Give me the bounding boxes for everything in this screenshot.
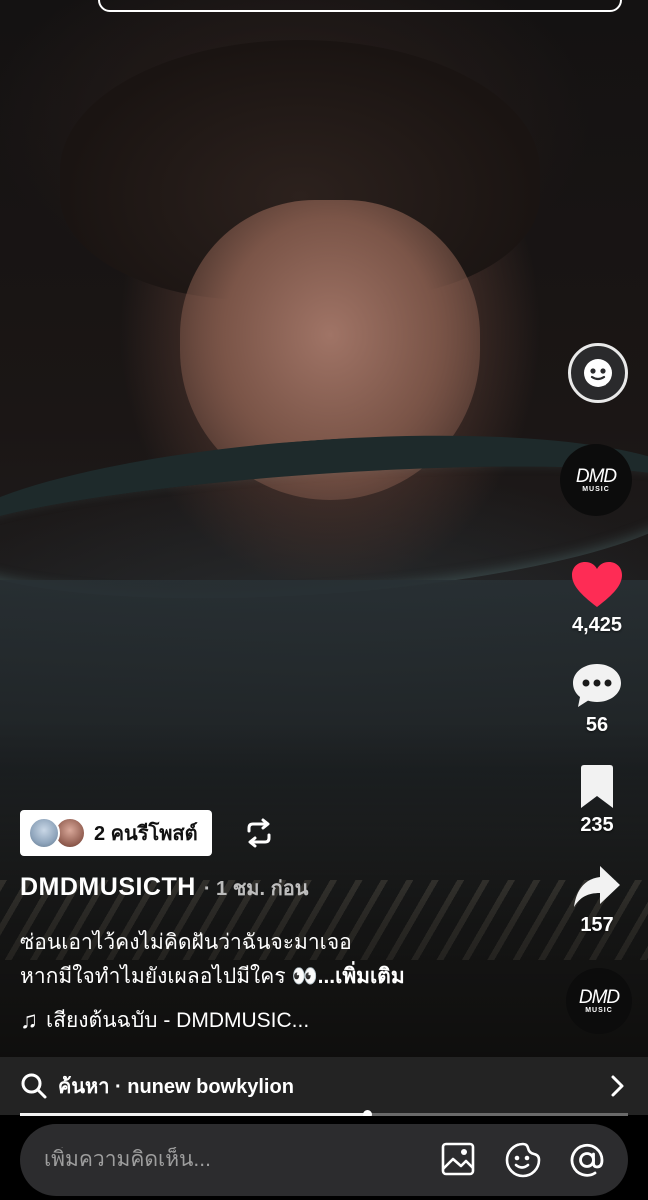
top-pill-outline[interactable]	[98, 0, 622, 12]
repost-badge[interactable]: 2 คนรีโพสต์	[20, 810, 212, 856]
comment-bubble-icon	[573, 664, 621, 707]
comment-input[interactable]	[42, 1147, 426, 1173]
post-time: · 1 ชม. ก่อน	[203, 878, 309, 900]
caption-line-2-text: หากมีใจทำไมยังเผลอไปมีใคร	[20, 965, 286, 988]
like-count: 4,425	[571, 614, 623, 636]
see-more-link[interactable]: ...เพิ่มเติม	[318, 965, 405, 988]
share-button[interactable]: 157	[557, 864, 637, 937]
sound-avatar[interactable]: DMD MUSIC	[566, 968, 632, 1034]
share-count: 157	[580, 914, 614, 936]
save-button[interactable]: 235	[557, 764, 637, 837]
save-count: 235	[580, 814, 614, 836]
caption: ซ่อนเอาไว้คงไม่คิดฝันว่าฉันจะมาเจอ หากมี…	[20, 926, 490, 994]
search-suggestion-bar[interactable]: ค้นหา · nunew bowkylion	[0, 1057, 648, 1115]
heart-icon	[572, 562, 622, 607]
search-icon	[21, 1073, 47, 1099]
sound-logo-sub: MUSIC	[585, 1007, 613, 1014]
repost-avatar	[28, 817, 60, 849]
ai-chat-icon	[584, 359, 612, 387]
repost-avatars	[28, 817, 88, 849]
music-label: เสียงต้นฉบับ - DMDMUSIC...	[46, 1009, 310, 1032]
creator-logo-sub: MUSIC	[582, 486, 610, 493]
comment-button[interactable]: 56	[557, 662, 637, 737]
author-name[interactable]: DMDMUSICTH	[20, 873, 196, 902]
caption-line-2: หากมีใจทำไมยังเผลอไปมีใคร 👀...เพิ่มเติม	[20, 960, 490, 994]
creator-logo-main: DMD	[575, 466, 617, 487]
like-button[interactable]: 4,425	[557, 560, 637, 637]
comment-count: 56	[585, 714, 609, 736]
ai-chat-button[interactable]	[568, 343, 628, 403]
bookmark-icon	[581, 765, 613, 808]
music-row[interactable]: ♫ เสียงต้นฉบับ - DMDMUSIC...	[20, 1004, 309, 1037]
author-line: DMDMUSICTH · 1 ชม. ก่อน	[20, 872, 308, 904]
repost-icon[interactable]	[244, 818, 274, 848]
caption-line-1: ซ่อนเอาไว้คงไม่คิดฝันว่าฉันจะมาเจอ	[20, 931, 352, 954]
image-icon[interactable]	[440, 1141, 476, 1177]
sound-logo-main: DMD	[578, 987, 620, 1008]
repost-label: 2 คนรีโพสต์	[94, 823, 198, 845]
music-note-icon: ♫	[20, 1006, 38, 1034]
search-suggestion-text: ค้นหา · nunew bowkylion	[58, 1076, 294, 1098]
mention-at-icon[interactable]	[568, 1141, 606, 1179]
eyes-emoji: 👀	[291, 965, 318, 988]
chevron-right-icon	[611, 1075, 624, 1097]
sticker-emoji-icon[interactable]	[504, 1141, 542, 1179]
share-arrow-icon	[574, 866, 620, 907]
creator-avatar[interactable]: DMD MUSIC	[560, 444, 632, 516]
